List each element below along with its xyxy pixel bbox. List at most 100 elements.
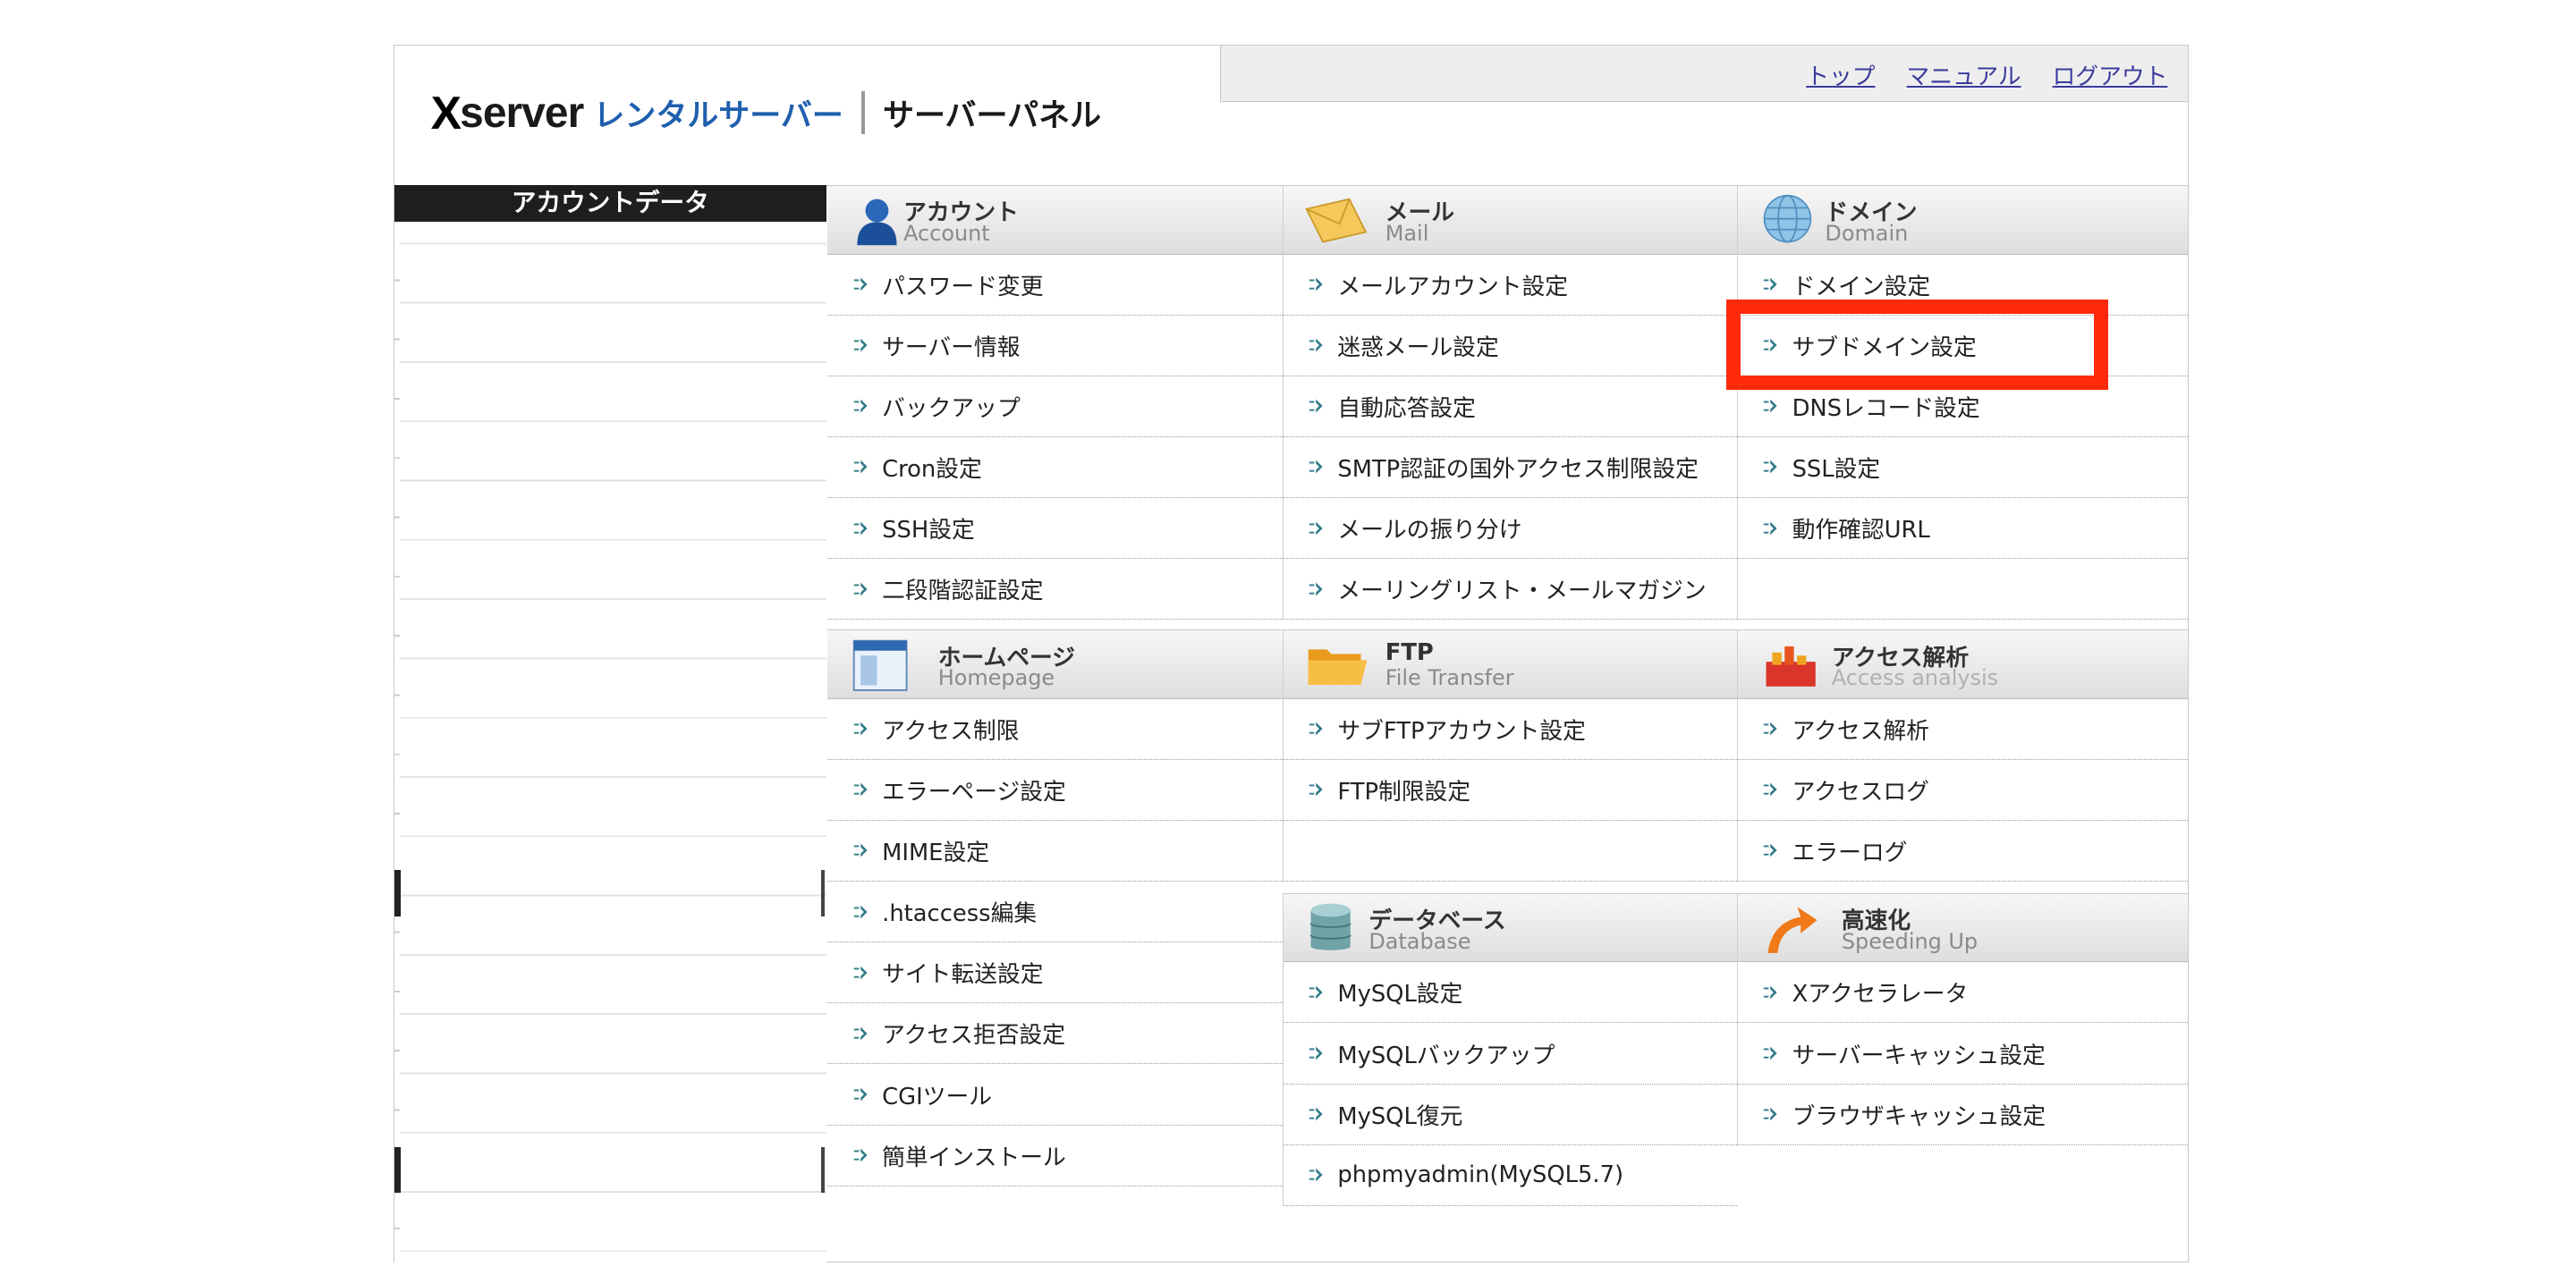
menu-item-mail-account[interactable]: メールアカウント設定 — [1283, 255, 1737, 316]
menu-item-autoreply[interactable]: 自動応答設定 — [1283, 376, 1737, 437]
section-title-en: Speeding Up — [1841, 928, 1979, 954]
menu-item-label: Cron設定 — [882, 455, 982, 483]
section-header-speed: 高速化 Speeding Up — [1737, 893, 2189, 963]
menu-item-label: SSL設定 — [1792, 455, 1881, 483]
menu-item-label: phpmyadmin(MySQL5.7) — [1337, 1161, 1624, 1189]
menu-item-label: MySQLバックアップ — [1337, 1042, 1555, 1069]
menu-item-label: サイト転送設定 — [882, 961, 1044, 989]
menu-item-label: エラーログ — [1792, 840, 1908, 867]
empty-row — [1737, 559, 2189, 621]
arrow-bullet-icon — [853, 844, 868, 857]
menu-item-domain-settings[interactable]: ドメイン設定 — [1737, 255, 2189, 316]
menu-item-mysql-settings[interactable]: MySQL設定 — [1283, 962, 1737, 1024]
menu-item-label: エラーページ設定 — [882, 778, 1066, 806]
section-access-analysis: アクセス解析 Access analysis アクセス解析 アクセスログ エラー… — [1736, 629, 2189, 882]
menu-item-x-accelerator[interactable]: Xアクセラレータ — [1737, 962, 2189, 1024]
sidebar-title: アカウントデータ — [394, 185, 826, 222]
arrow-bullet-icon — [853, 722, 868, 736]
arrow-bullet-icon — [853, 338, 868, 352]
arrow-bullet-icon — [853, 1026, 868, 1041]
menu-item-ssh[interactable]: SSH設定 — [827, 498, 1283, 560]
menu-item-ssl[interactable]: SSL設定 — [1737, 437, 2189, 499]
menu-item-dns-record[interactable]: DNSレコード設定 — [1737, 376, 2189, 437]
arrow-bullet-icon — [1309, 277, 1323, 291]
arrow-bullet-icon — [1309, 783, 1323, 797]
menu-item-label: アクセス拒否設定 — [882, 1022, 1065, 1050]
menu-item-label: サブドメイン設定 — [1792, 334, 1977, 361]
menu-item-label: 二段階認証設定 — [882, 578, 1044, 605]
homepage-icon — [852, 639, 908, 691]
arrow-bullet-icon — [1309, 1107, 1323, 1121]
arrow-bullet-icon — [853, 966, 868, 980]
menu-item-server-cache[interactable]: サーバーキャッシュ設定 — [1737, 1023, 2189, 1085]
menu-item-label: アクセスログ — [1792, 778, 1929, 806]
menu-item-access-log[interactable]: アクセスログ — [1737, 760, 2189, 821]
menu-item-server-info[interactable]: サーバー情報 — [827, 316, 1283, 376]
top-link[interactable]: トップ — [1806, 58, 1875, 91]
menu-item-label: アクセス制限 — [882, 717, 1020, 745]
menu-item-mime[interactable]: MIME設定 — [827, 821, 1283, 882]
menu-item-label: ドメイン設定 — [1792, 273, 1931, 300]
menu-item-mysql-backup[interactable]: MySQLバックアップ — [1283, 1023, 1737, 1085]
section-database: データベース Database MySQL設定 MySQLバックアップ MySQ… — [1282, 893, 1737, 1206]
menu-item-mailing-list[interactable]: メーリングリスト・メールマガジン — [1283, 559, 1737, 621]
menu-item-subdomain-settings[interactable]: サブドメイン設定 — [1737, 316, 2189, 376]
menu-item-access-restriction[interactable]: アクセス制限 — [827, 699, 1283, 760]
menu-item-mail-filter[interactable]: メールの振り分け — [1283, 498, 1737, 560]
arrow-bullet-icon — [853, 905, 868, 919]
bar-chart-icon — [1766, 646, 1816, 688]
section-domain: ドメイン Domain ドメイン設定 サブドメイン設定 DNSレコード設定 SS… — [1736, 185, 2189, 621]
menu-item-htaccess[interactable]: .htaccess編集 — [827, 882, 1283, 943]
menu-item-phpmyadmin[interactable]: phpmyadmin(MySQL5.7) — [1283, 1145, 1737, 1206]
logo-panel-title: サーバーパネル — [882, 97, 1102, 134]
menu-item-label: DNSレコード設定 — [1792, 394, 1980, 422]
arrow-bullet-icon — [1764, 985, 1778, 1000]
menu-item-site-redirect[interactable]: サイト転送設定 — [827, 942, 1283, 1004]
arrow-bullet-icon — [1309, 582, 1323, 596]
menu-item-backup[interactable]: バックアップ — [827, 376, 1283, 437]
menu-item-label: SSH設定 — [882, 517, 975, 545]
menu-item-label: 簡単インストール — [882, 1144, 1066, 1171]
xserver-logo[interactable]: X server レンタルサーバー サーバーパネル — [431, 87, 1102, 139]
menu-item-spam[interactable]: 迷惑メール設定 — [1283, 316, 1737, 376]
menu-item-cgi-tools[interactable]: CGIツール — [827, 1064, 1283, 1126]
menu-item-access-analysis[interactable]: アクセス解析 — [1737, 699, 2189, 760]
menu-item-label: 迷惑メール設定 — [1337, 334, 1499, 361]
arrow-bullet-icon — [853, 277, 868, 291]
menu-item-error-log[interactable]: エラーログ — [1737, 821, 2189, 882]
menu-item-label: CGIツール — [882, 1083, 992, 1110]
menu-item-cron[interactable]: Cron設定 — [827, 437, 1283, 499]
menu-item-2fa[interactable]: 二段階認証設定 — [827, 559, 1283, 621]
manual-link[interactable]: マニュアル — [1907, 58, 2021, 91]
arrow-bullet-icon — [1764, 844, 1778, 857]
section-header-access-analysis: アクセス解析 Access analysis — [1737, 629, 2189, 699]
account-icon — [857, 198, 897, 246]
menu-item-access-deny[interactable]: アクセス拒否設定 — [827, 1003, 1283, 1065]
menu-item-easy-install[interactable]: 簡単インストール — [827, 1126, 1283, 1186]
database-icon — [1309, 904, 1352, 951]
arrow-bullet-icon — [1309, 1046, 1323, 1060]
menu-item-label: Xアクセラレータ — [1792, 981, 1969, 1009]
section-title-en: Database — [1368, 928, 1471, 954]
section-header-mail: メール Mail — [1283, 185, 1737, 255]
section-ftp: FTP File Transfer サブFTPアカウント設定 FTP制限設定 — [1282, 629, 1737, 882]
arrow-bullet-icon — [1764, 1046, 1778, 1060]
menu-item-mysql-restore[interactable]: MySQL復元 — [1283, 1085, 1737, 1145]
menu-item-browser-cache[interactable]: ブラウザキャッシュ設定 — [1737, 1085, 2189, 1145]
arrow-bullet-icon — [1764, 1107, 1778, 1121]
sidebar-edge — [394, 221, 400, 1275]
sidebar-marker — [394, 870, 402, 916]
logout-link[interactable]: ログアウト — [2053, 58, 2168, 91]
menu-item-test-url[interactable]: 動作確認URL — [1737, 498, 2189, 560]
menu-item-smtp-restriction[interactable]: SMTP認証の国外アクセス制限設定 — [1283, 437, 1737, 499]
sidebar-marker — [394, 1146, 402, 1194]
menu-item-ftp-restriction[interactable]: FTP制限設定 — [1283, 760, 1737, 821]
menu-item-error-page[interactable]: エラーページ設定 — [827, 760, 1283, 821]
menu-item-sub-ftp[interactable]: サブFTPアカウント設定 — [1283, 699, 1737, 760]
menu-item-password[interactable]: パスワード変更 — [827, 255, 1283, 316]
section-title-en: Access analysis — [1831, 665, 1999, 691]
arrow-bullet-icon — [1309, 722, 1323, 736]
menu-item-label: SMTP認証の国外アクセス制限設定 — [1337, 455, 1699, 483]
arrow-bullet-icon — [1309, 985, 1323, 1000]
arrow-bullet-icon — [1309, 521, 1323, 535]
